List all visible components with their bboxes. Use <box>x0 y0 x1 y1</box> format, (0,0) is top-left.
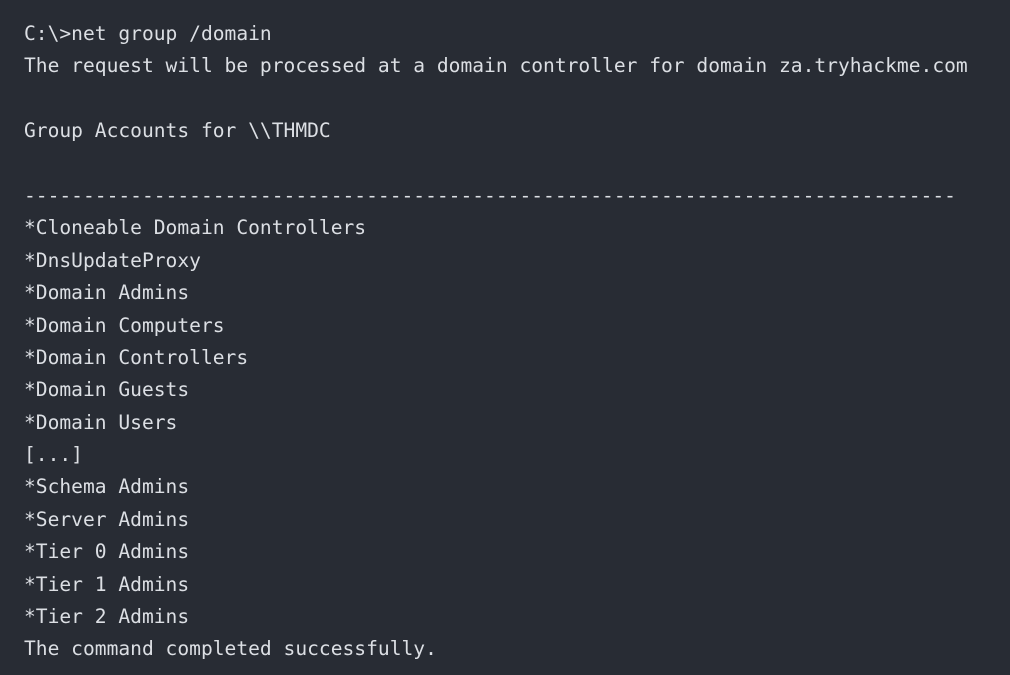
completion-message: The command completed successfully. <box>24 637 437 661</box>
request-info-line: The request will be processed at a domai… <box>24 54 968 78</box>
separator-line: ----------------------------------------… <box>24 183 956 207</box>
group-entry: *Schema Admins <box>24 475 190 499</box>
command-prompt-line: C:\>net group /domain <box>24 22 272 45</box>
group-entry: *Server Admins <box>24 507 190 531</box>
group-entry: *Domain Admins <box>24 281 190 305</box>
group-entry: *DnsUpdateProxy <box>24 248 201 272</box>
terminal-output: C:\>net group /domain The request will b… <box>0 0 1010 675</box>
group-entry: *Domain Users <box>24 410 178 434</box>
group-entry: *Domain Computers <box>24 313 225 337</box>
group-entry: *Tier 1 Admins <box>24 572 190 596</box>
ellipsis-line: [...] <box>24 443 83 467</box>
group-entry: *Domain Guests <box>24 378 190 402</box>
group-accounts-header: Group Accounts for \\THMDC <box>24 119 331 143</box>
group-entry: *Cloneable Domain Controllers <box>24 216 367 240</box>
group-entry: *Domain Controllers <box>24 345 249 369</box>
group-entry: *Tier 0 Admins <box>24 540 190 564</box>
group-entry: *Tier 2 Admins <box>24 605 190 629</box>
